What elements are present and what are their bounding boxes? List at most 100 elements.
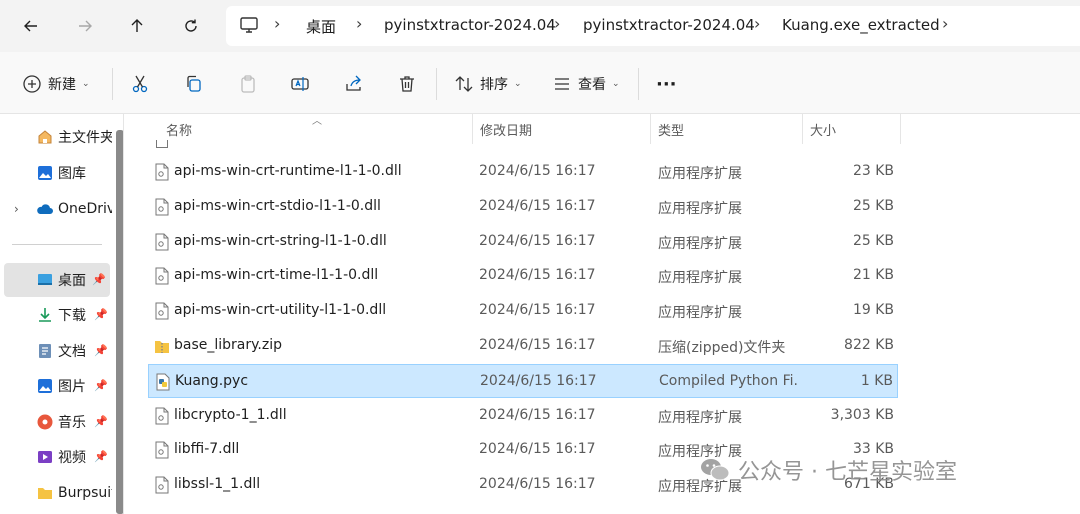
toolbar-divider	[112, 68, 113, 100]
sidebar-item-label: 文档	[58, 344, 86, 360]
view-button[interactable]: 查看 ⌄	[552, 70, 620, 98]
cut-button[interactable]	[130, 70, 150, 98]
python-file-icon	[156, 373, 170, 391]
chevron-right-icon[interactable]: ›	[356, 14, 362, 33]
file-name: api-ms-win-crt-utility-l1-1-0.dll	[174, 302, 387, 319]
file-name: api-ms-win-crt-stdio-l1-1-0.dll	[174, 197, 381, 214]
share-button[interactable]	[344, 70, 364, 98]
sidebar-item-home[interactable]: 主文件夹	[4, 120, 112, 154]
address-bar[interactable]: › 桌面 › pyinstxtractor-2024.04 › pyinstxt…	[226, 6, 1080, 46]
scissors-icon	[132, 75, 148, 93]
dll-file-icon	[155, 302, 169, 320]
file-modified-date: 2024/6/15 16:17	[480, 372, 597, 389]
sidebar-item-gallery[interactable]: 图库	[4, 156, 112, 190]
arrow-right-icon	[79, 20, 92, 32]
refresh-button[interactable]	[176, 12, 206, 40]
plus-circle-icon	[23, 75, 41, 93]
dll-file-icon	[155, 407, 169, 425]
file-size: 822 KB	[844, 337, 894, 353]
chevron-down-icon: ⌄	[514, 79, 522, 89]
pin-icon[interactable]: 📌	[94, 344, 108, 357]
sidebar-item-label: 下载	[58, 308, 86, 324]
sidebar-scrollbar[interactable]	[116, 130, 123, 514]
copy-icon	[187, 75, 201, 92]
sidebar-item-label: OneDrive	[58, 201, 112, 217]
view-label: 查看	[578, 77, 606, 93]
breadcrumb-item[interactable]: pyinstxtractor-2024.04	[583, 16, 755, 34]
chevron-right-icon[interactable]: ›	[274, 14, 280, 33]
table-row[interactable]: api-ms-win-crt-string-l1-1-0.dll 2024/6/1…	[148, 225, 898, 259]
sidebar-item-desktop[interactable]: 桌面 📌	[4, 263, 110, 297]
file-name: libssl-1_1.dll	[174, 476, 261, 493]
forward-button[interactable]	[70, 12, 100, 40]
rename-button[interactable]	[290, 70, 310, 98]
navigation-pane: 主文件夹 图库 › OneDrive 桌面 📌 下载 📌 文档 📌 图片 📌 音…	[0, 114, 124, 514]
breadcrumb-item[interactable]: pyinstxtractor-2024.04	[384, 16, 556, 34]
table-row[interactable]: api-ms-win-crt-time-l1-1-0.dll 2024/6/15 …	[148, 259, 898, 293]
dll-file-icon	[155, 233, 169, 251]
pin-icon[interactable]: 📌	[92, 273, 106, 286]
more-options-button[interactable]: ···	[656, 70, 677, 98]
file-size: 19 KB	[852, 302, 894, 319]
delete-button[interactable]	[397, 70, 417, 98]
file-modified-date: 2024/6/15 16:17	[479, 302, 596, 319]
document-icon	[39, 344, 51, 358]
pin-icon[interactable]: 📌	[94, 308, 108, 321]
sidebar-item-videos[interactable]: 视频 📌	[4, 440, 112, 474]
new-button[interactable]: 新建 ⌄	[22, 70, 90, 98]
sidebar-item-label: 主文件夹	[58, 130, 112, 146]
arrow-left-icon	[24, 20, 37, 32]
file-size: 1 KB	[860, 372, 893, 389]
back-button[interactable]	[16, 12, 46, 40]
toolbar-divider	[638, 68, 639, 100]
chevron-right-icon[interactable]: ›	[942, 14, 948, 33]
table-row[interactable]: api-ms-win-crt-utility-l1-1-0.dll 2024/6/…	[148, 294, 898, 328]
pin-icon[interactable]: 📌	[94, 450, 108, 463]
sidebar-item-burpsuite[interactable]: Burpsuite	[4, 476, 112, 510]
up-button[interactable]	[122, 12, 152, 40]
table-row[interactable]: libcrypto-1_1.dll 2024/6/15 16:17 应用程序扩展 3,…	[148, 399, 898, 433]
table-row-partial[interactable]	[148, 136, 898, 148]
sidebar-item-downloads[interactable]: 下载 📌	[4, 298, 112, 332]
sidebar-item-music[interactable]: 音乐 📌	[4, 405, 112, 439]
table-row[interactable]: base_library.zip 2024/6/15 16:17 压缩(zipped…	[148, 329, 898, 363]
table-row[interactable]: Kuang.pyc 2024/6/15 16:17 Compiled Python …	[148, 363, 898, 398]
chevron-down-icon: ⌄	[82, 79, 90, 89]
file-modified-date: 2024/6/15 16:17	[479, 197, 596, 214]
breadcrumb-item[interactable]: 桌面	[306, 16, 336, 37]
file-modified-date: 2024/6/15 16:17	[479, 476, 596, 493]
file-name: api-ms-win-crt-string-l1-1-0.dll	[174, 232, 387, 249]
sidebar-item-label: 视频	[58, 450, 86, 466]
file-type: 应用程序扩展	[658, 200, 742, 217]
file-name: libcrypto-1_1.dll	[174, 406, 287, 423]
file-type: 应用程序扩展	[658, 270, 742, 287]
arrow-up-icon	[131, 19, 143, 32]
cloud-icon	[37, 204, 53, 214]
chevron-right-icon[interactable]: ›	[754, 14, 760, 33]
file-type: 压缩(zipped)文件夹	[658, 340, 786, 356]
sidebar-item-onedrive[interactable]: OneDrive	[4, 192, 112, 226]
paste-button[interactable]	[238, 70, 258, 98]
breadcrumb-item[interactable]: Kuang.exe_extracted	[782, 16, 940, 34]
sidebar-item-documents[interactable]: 文档 📌	[4, 334, 112, 368]
column-divider[interactable]	[900, 114, 901, 144]
download-icon	[39, 308, 51, 322]
sidebar-item-label: 桌面	[58, 273, 86, 289]
pin-icon[interactable]: 📌	[94, 415, 108, 428]
dll-file-icon	[156, 140, 168, 148]
sort-button[interactable]: 排序 ⌄	[454, 70, 522, 98]
table-row[interactable]: api-ms-win-crt-stdio-l1-1-0.dll 2024/6/15…	[148, 190, 898, 224]
sidebar-item-pictures[interactable]: 图片 📌	[4, 369, 112, 403]
file-modified-date: 2024/6/15 16:17	[479, 406, 596, 423]
chevron-right-icon[interactable]: ›	[554, 14, 560, 33]
file-modified-date: 2024/6/15 16:17	[479, 337, 596, 353]
sidebar-item-label: 图片	[58, 379, 86, 395]
sort-icon	[455, 76, 473, 92]
table-row[interactable]: api-ms-win-crt-runtime-l1-1-0.dll 2024/6/…	[148, 155, 898, 189]
copy-button[interactable]	[184, 70, 204, 98]
computer-icon[interactable]	[238, 14, 260, 36]
file-type: 应用程序扩展	[658, 235, 742, 252]
pin-icon[interactable]: 📌	[94, 379, 108, 392]
dll-file-icon	[155, 476, 169, 494]
trash-icon	[400, 76, 414, 92]
